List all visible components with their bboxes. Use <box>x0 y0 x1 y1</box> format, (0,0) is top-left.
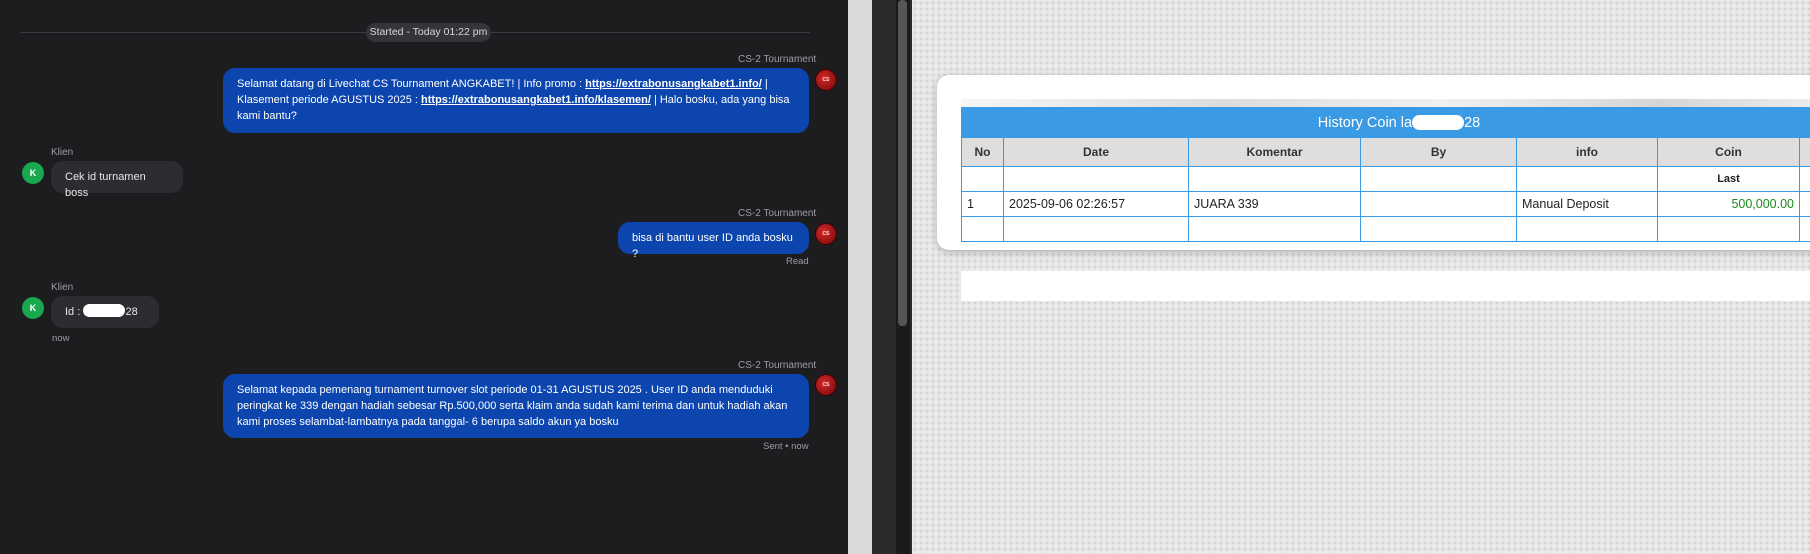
column-header-info: info <box>1516 137 1658 167</box>
column-header-no: No <box>961 137 1004 167</box>
scrollbar-thumb[interactable] <box>898 0 907 326</box>
agent-avatar: CS <box>815 223 837 245</box>
panel-divider <box>848 0 872 554</box>
cell-date: 2025-09-06 02:26:57 <box>1003 191 1189 217</box>
agent-avatar: CS <box>815 69 837 91</box>
promo-link[interactable]: https://extrabonusangkabet1.info/ <box>585 78 762 90</box>
message-text: Selamat kepada pemenang turnament turnov… <box>237 384 788 428</box>
cell-info: Manual Deposit <box>1516 191 1658 217</box>
cell-komentar: JUARA 339 <box>1188 191 1361 217</box>
message-text: Selamat datang di Livechat CS Tournament… <box>237 78 586 90</box>
agent-sender-name: CS-2 Tournament <box>738 54 817 65</box>
agent-sender-name: CS-2 Tournament <box>738 360 817 371</box>
message-read-status: Read <box>786 256 809 267</box>
history-panel: History Coin la 28 No Date Komentar By in… <box>912 0 1810 554</box>
column-header-komentar: Komentar <box>1188 137 1361 167</box>
message-sent-status: Sent • now <box>763 441 809 452</box>
agent-message-bubble[interactable]: Selamat datang di Livechat CS Tournament… <box>223 68 809 133</box>
agent-message-bubble[interactable]: Selamat kepada pemenang turnament turnov… <box>223 374 809 438</box>
klasemen-link[interactable]: https://extrabonusangkabet1.info/klaseme… <box>421 94 651 106</box>
message-time-status: now <box>52 333 70 344</box>
message-text: bisa di bantu user ID anda bosku ? <box>632 232 793 260</box>
agent-avatar: CS <box>815 374 837 396</box>
redaction-mark <box>83 304 126 317</box>
message-text: Cek id turnamen boss <box>65 171 146 199</box>
chat-panel: Started - Today 01:22 pm CS-2 Tournament… <box>0 0 848 554</box>
table-title: History Coin la 28 <box>961 107 1810 138</box>
subheader-last: Last <box>1657 166 1800 192</box>
cell-coin: 500,000.00 <box>1657 191 1800 217</box>
table-row <box>961 216 1810 242</box>
message-text: 28 <box>125 306 138 318</box>
history-coin-table: History Coin la 28 No Date Komentar By in… <box>961 107 1810 242</box>
session-started-label: Started - Today 01:22 pm <box>366 23 491 42</box>
agent-message-bubble[interactable]: bisa di bantu user ID anda bosku ? <box>618 222 809 260</box>
history-card: History Coin la 28 No Date Komentar By in… <box>937 75 1810 301</box>
client-message-bubble[interactable]: Cek id turnamen boss <box>51 161 183 199</box>
table-header-row: No Date Komentar By info Coin <box>961 137 1810 167</box>
client-sender-name: Klien <box>51 147 74 158</box>
client-avatar: K <box>22 297 44 319</box>
cell-no: 1 <box>961 191 1004 217</box>
table-subheader-row: Last <box>961 166 1810 192</box>
client-message-bubble[interactable]: Id : L 28 <box>51 296 159 328</box>
client-sender-name: Klien <box>51 282 74 293</box>
column-header-by: By <box>1360 137 1517 167</box>
client-avatar: K <box>22 162 44 184</box>
column-header-coin: Coin <box>1657 137 1800 167</box>
table-overflow-mask <box>961 271 1810 301</box>
redaction-mark <box>1412 114 1465 130</box>
column-header-extra <box>1799 137 1810 167</box>
column-header-date: Date <box>1003 137 1189 167</box>
agent-sender-name: CS-2 Tournament <box>738 208 817 219</box>
table-row: 1 2025-09-06 02:26:57 JUARA 339 Manual D… <box>961 191 1810 217</box>
cell-by <box>1360 191 1517 217</box>
